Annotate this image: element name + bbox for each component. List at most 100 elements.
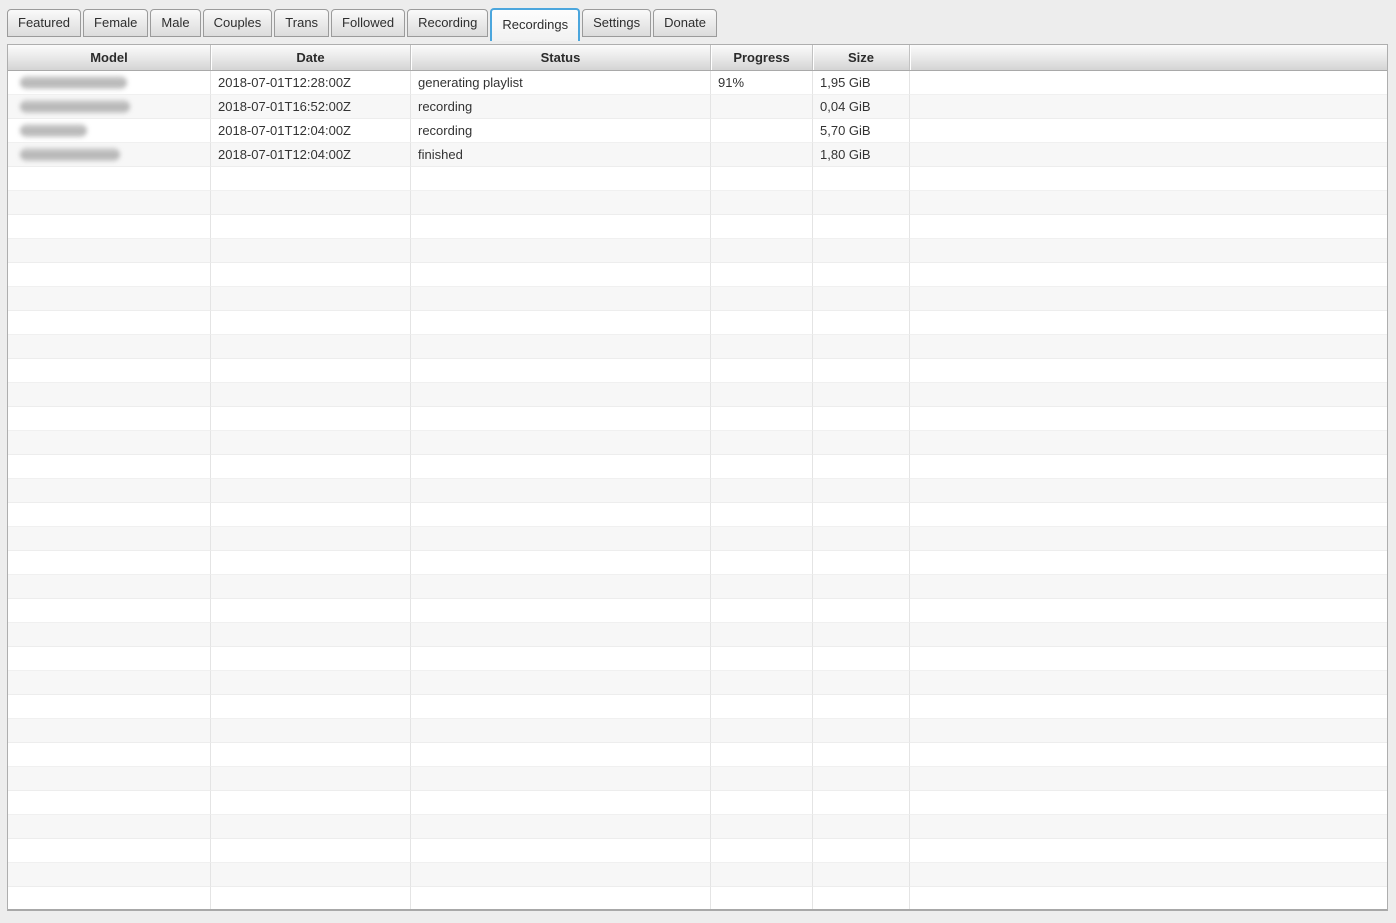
table-row[interactable]: 2018-07-01T12:04:00Zfinished1,80 GiB — [8, 143, 1387, 167]
empty-table-row — [8, 863, 1387, 887]
cell-filler — [910, 551, 1387, 575]
cell-size — [813, 815, 910, 839]
cell-date — [211, 191, 411, 215]
cell-model — [8, 503, 211, 527]
cell-size — [813, 767, 910, 791]
cell-status: recording — [411, 119, 711, 143]
column-header-model[interactable]: Model — [8, 45, 211, 70]
cell-status — [411, 455, 711, 479]
cell-progress — [711, 647, 813, 671]
cell-progress — [711, 719, 813, 743]
cell-filler — [910, 647, 1387, 671]
cell-status — [411, 743, 711, 767]
cell-status — [411, 791, 711, 815]
cell-progress — [711, 335, 813, 359]
empty-table-row — [8, 335, 1387, 359]
empty-table-row — [8, 383, 1387, 407]
table-row[interactable]: 2018-07-01T16:52:00Zrecording0,04 GiB — [8, 95, 1387, 119]
tab-followed[interactable]: Followed — [331, 9, 405, 37]
cell-model — [8, 431, 211, 455]
cell-progress — [711, 119, 813, 143]
empty-table-row — [8, 551, 1387, 575]
cell-filler — [910, 623, 1387, 647]
cell-model — [8, 623, 211, 647]
cell-date — [211, 335, 411, 359]
cell-date — [211, 263, 411, 287]
cell-size — [813, 287, 910, 311]
censored-model-name — [20, 100, 130, 113]
cell-status — [411, 479, 711, 503]
table-row[interactable]: 2018-07-01T12:28:00Zgenerating playlist9… — [8, 71, 1387, 95]
cell-status — [411, 407, 711, 431]
cell-progress — [711, 863, 813, 887]
cell-model — [8, 191, 211, 215]
cell-progress — [711, 191, 813, 215]
tab-recordings[interactable]: Recordings — [490, 8, 580, 41]
cell-progress — [711, 215, 813, 239]
cell-model — [8, 791, 211, 815]
cell-date — [211, 503, 411, 527]
cell-date: 2018-07-01T12:04:00Z — [211, 119, 411, 143]
tab-recording[interactable]: Recording — [407, 9, 488, 37]
cell-filler — [910, 407, 1387, 431]
tab-bar: FeaturedFemaleMaleCouplesTransFollowedRe… — [0, 0, 1396, 37]
cell-progress — [711, 407, 813, 431]
cell-progress — [711, 287, 813, 311]
cell-model — [8, 479, 211, 503]
column-header-status[interactable]: Status — [411, 45, 711, 70]
cell-model — [8, 143, 211, 167]
column-header-size[interactable]: Size — [813, 45, 910, 70]
tab-trans[interactable]: Trans — [274, 9, 329, 37]
cell-status — [411, 191, 711, 215]
cell-status — [411, 263, 711, 287]
cell-filler — [910, 527, 1387, 551]
cell-date — [211, 623, 411, 647]
table-header-row: ModelDateStatusProgressSize — [8, 45, 1387, 71]
cell-size — [813, 479, 910, 503]
cell-status — [411, 575, 711, 599]
table-row[interactable]: 2018-07-01T12:04:00Zrecording5,70 GiB — [8, 119, 1387, 143]
tab-male[interactable]: Male — [150, 9, 200, 37]
cell-status — [411, 383, 711, 407]
cell-progress — [711, 815, 813, 839]
cell-date — [211, 383, 411, 407]
cell-size — [813, 455, 910, 479]
cell-date — [211, 599, 411, 623]
cell-status — [411, 311, 711, 335]
cell-model — [8, 743, 211, 767]
cell-size — [813, 263, 910, 287]
cell-progress — [711, 239, 813, 263]
cell-date — [211, 647, 411, 671]
cell-date — [211, 359, 411, 383]
cell-model — [8, 671, 211, 695]
cell-progress — [711, 359, 813, 383]
empty-table-row — [8, 743, 1387, 767]
censored-model-name — [20, 124, 87, 137]
cell-filler — [910, 863, 1387, 887]
tab-couples[interactable]: Couples — [203, 9, 273, 37]
censored-model-name — [20, 76, 127, 89]
cell-size — [813, 431, 910, 455]
tab-female[interactable]: Female — [83, 9, 148, 37]
cell-size — [813, 575, 910, 599]
empty-table-row — [8, 767, 1387, 791]
column-header-date[interactable]: Date — [211, 45, 411, 70]
column-header-progress[interactable]: Progress — [711, 45, 813, 70]
cell-date — [211, 215, 411, 239]
cell-progress — [711, 575, 813, 599]
cell-size — [813, 359, 910, 383]
cell-progress — [711, 551, 813, 575]
cell-size — [813, 743, 910, 767]
cell-model — [8, 167, 211, 191]
cell-date — [211, 575, 411, 599]
tab-featured[interactable]: Featured — [7, 9, 81, 37]
cell-model — [8, 263, 211, 287]
cell-filler — [910, 767, 1387, 791]
tab-donate[interactable]: Donate — [653, 9, 717, 37]
cell-status — [411, 599, 711, 623]
cell-size: 0,04 GiB — [813, 95, 910, 119]
cell-filler — [910, 383, 1387, 407]
empty-table-row — [8, 671, 1387, 695]
cell-model — [8, 815, 211, 839]
tab-settings[interactable]: Settings — [582, 9, 651, 37]
